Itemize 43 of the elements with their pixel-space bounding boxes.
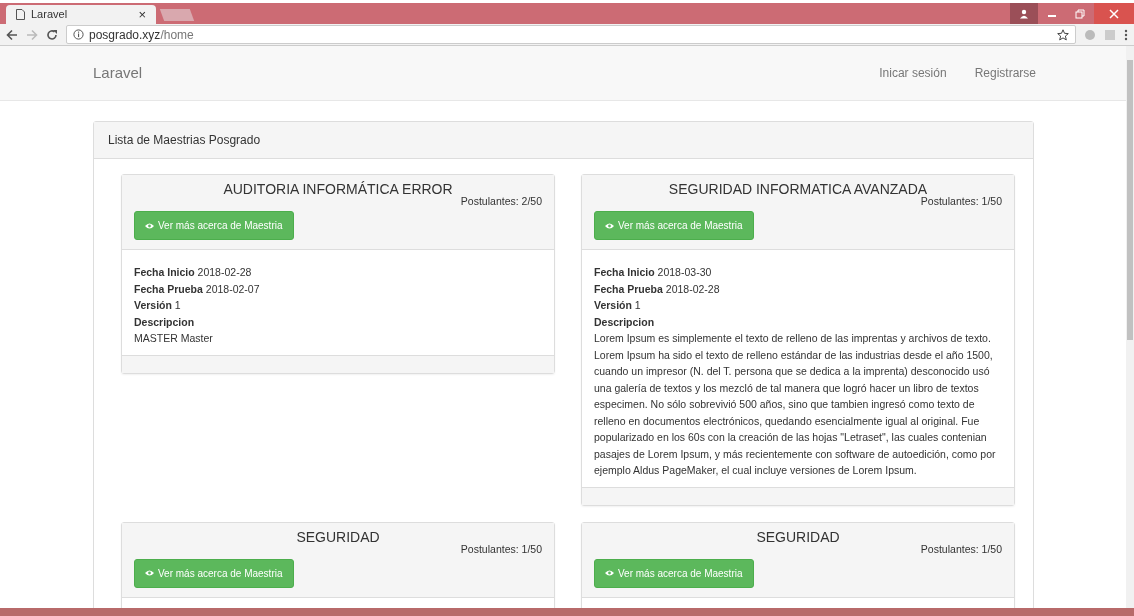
field-line: Versión 1 — [594, 298, 642, 314]
field-line: Fecha Prueba 2018-02-07 — [134, 281, 261, 297]
applicants-count: Postulantes: 2/50 — [460, 194, 542, 210]
brand-link[interactable]: Laravel — [93, 61, 143, 85]
eye-icon — [605, 222, 614, 229]
profile-icon[interactable] — [1010, 3, 1038, 24]
address-field[interactable]: posgrado.xyz/home — [66, 25, 1076, 44]
scrollbar[interactable] — [1126, 46, 1134, 608]
nav-link[interactable]: Registrarse — [974, 64, 1036, 82]
nav-link[interactable]: Inicar sesión — [879, 64, 947, 82]
panel-title: Lista de Maestrias Posgrado — [94, 122, 1033, 159]
tab-close-button[interactable]: × — [138, 4, 146, 25]
back-icon[interactable] — [6, 28, 18, 41]
details-button[interactable]: Ver más acerca de Maestria — [134, 211, 294, 241]
details-button[interactable]: Ver más acerca de Maestria — [594, 558, 754, 588]
field-line: Fecha Inicio 2018-03-30 — [594, 265, 713, 281]
menu-icon[interactable] — [1124, 28, 1128, 41]
description-text: MASTER Master — [134, 331, 214, 347]
card-title: SEGURIDAD — [755, 529, 841, 546]
browser-tab[interactable]: Laravel × — [6, 5, 156, 24]
bookmark-star-icon[interactable] — [1057, 28, 1069, 41]
field-line: Fecha Inicio 2018-02-28 — [134, 265, 253, 281]
description-text: Lorem Ipsum es simplemente el texto de relleno de las imprentas y archivos de texto. Lorem Ipsum ha sido el texto de relleno estándar de las industrias desde el año 1500, cuando un impresor (N. del T. persona que se dedica a la imprenta) desconocido usó una galería de textos y los mezcló de tal manera que logró hacer un libro de textos especimen. No sólo sobrevivió 500 años, sino que tambien ingresó como texto de relleno en documentos electrónicos, quedando esencialmente igual al original. Fue popularizado en los 60s con la creación de las hojas "Letraset", las cuales contenian pasajes de Lorem Ipsum, y más recientemente con software de autoedición, como por ejemplo Aldus PageMaker, el cual incluye versiones de Lorem Ipsum. — [594, 331, 997, 479]
url-text: posgrado.xyz/home — [89, 26, 194, 44]
page-icon — [16, 9, 25, 20]
details-button[interactable]: Ver más acerca de Maestria — [134, 558, 294, 588]
tab-title: Laravel — [31, 7, 68, 23]
card-title: SEGURIDAD — [295, 529, 381, 546]
info-icon[interactable] — [73, 29, 84, 40]
reload-icon[interactable] — [46, 28, 58, 41]
card-title: AUDITORIA INFORMÁTICA ERROR — [222, 182, 454, 198]
card-title: SEGURIDAD INFORMATICA AVANZADA — [667, 182, 929, 197]
description-label: Descripcion — [594, 314, 656, 330]
field-line: Fecha Prueba 2018-02-28 — [594, 281, 721, 297]
eye-icon — [605, 570, 614, 577]
applicants-count: Postulantes: 1/50 — [920, 194, 1002, 210]
applicants-count: Postulantes: 1/50 — [460, 542, 542, 558]
eye-icon — [145, 570, 154, 577]
description-label: Descripcion — [134, 314, 196, 330]
eye-icon — [145, 222, 154, 229]
applicants-count: Postulantes: 1/50 — [920, 542, 1002, 558]
field-line: Versión 1 — [134, 298, 182, 314]
details-button[interactable]: Ver más acerca de Maestria — [594, 211, 754, 241]
